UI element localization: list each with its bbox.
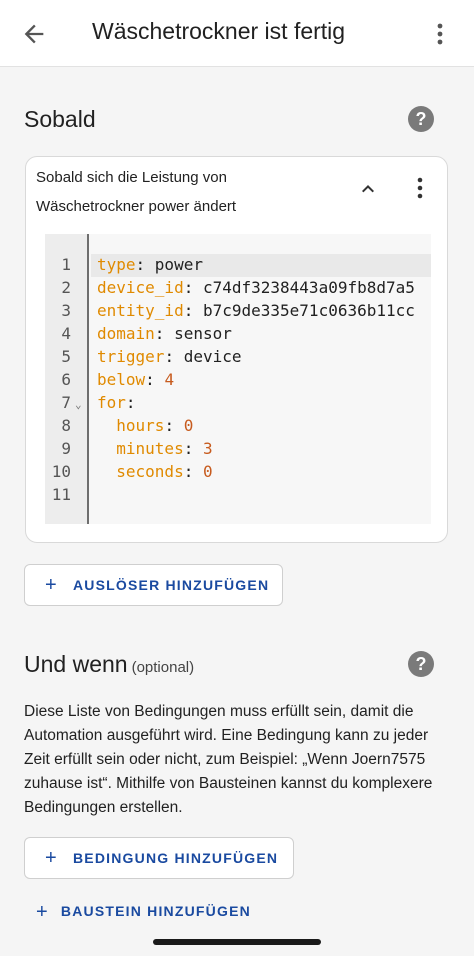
add-condition-button[interactable]: + BEDINGUNG HINZUFÜGEN <box>24 837 294 879</box>
condition-description: Diese Liste von Bedingungen muss erfüllt… <box>24 703 433 816</box>
code-line: entity_id: b7c9de335e71c0636b11cc <box>97 301 415 320</box>
app-bar: Wäschetrockner ist fertig <box>0 0 474 67</box>
optional-label: (optional) <box>131 659 195 676</box>
line-number: 8 <box>61 416 71 435</box>
trigger-card-title-line1: Sobald sich die Leistung von <box>36 169 227 186</box>
add-building-block-button[interactable]: + BAUSTEIN HINZUFÜGEN <box>36 901 251 924</box>
code-line: minutes: 3 <box>116 439 213 458</box>
line-number: 2 <box>61 278 71 297</box>
line-number: 6 <box>61 370 71 389</box>
code-line: device_id: c74df3238443a09fb8d7a5 <box>97 278 415 297</box>
trigger-card-title-line2: Wäschetrockner power ändert <box>36 198 237 215</box>
home-indicator[interactable] <box>153 939 321 945</box>
code-line: trigger: device <box>97 347 242 366</box>
add-trigger-button[interactable]: + AUSLÖSER HINZUFÜGEN <box>24 564 283 606</box>
plus-icon: + <box>45 574 58 596</box>
code-line: below: 4 <box>97 370 175 389</box>
line-number: 7 <box>61 393 71 412</box>
more-vertical-icon[interactable] <box>410 175 430 201</box>
help-circle-icon[interactable]: ? <box>408 106 434 132</box>
code-line: for: <box>97 393 136 412</box>
help-circle-icon[interactable]: ? <box>408 651 434 677</box>
trigger-section-title: Sobald <box>24 106 96 132</box>
condition-title-text: Und wenn <box>24 651 128 677</box>
trigger-card-title: Sobald sich die Leistung von Wäschetrock… <box>36 163 336 221</box>
trigger-card: Sobald sich die Leistung von Wäschetrock… <box>25 156 448 543</box>
code-line: type: power <box>97 255 203 274</box>
code-line: domain: sensor <box>97 324 232 343</box>
more-vertical-icon[interactable] <box>428 20 452 48</box>
page-title: Wäschetrockner ist fertig <box>92 18 346 44</box>
line-number: 10 <box>51 462 71 481</box>
line-number: 9 <box>61 439 71 458</box>
line-number-gutter: 1 2 3 4 5 6 7 ⌄ 8 9 10 11 <box>45 234 89 524</box>
yaml-code-editor[interactable]: 1 2 3 4 5 6 7 ⌄ 8 9 10 11 type: power de… <box>45 234 431 524</box>
line-number: 3 <box>61 301 71 320</box>
fold-chevron-icon[interactable]: ⌄ <box>75 398 82 411</box>
condition-section-title: Und wenn (optional) <box>24 651 194 678</box>
plus-icon: + <box>36 901 49 923</box>
add-condition-label: BEDINGUNG HINZUFÜGEN <box>73 850 279 866</box>
add-trigger-label: AUSLÖSER HINZUFÜGEN <box>73 577 270 593</box>
line-number: 1 <box>61 255 71 274</box>
arrow-left-icon[interactable] <box>20 20 48 48</box>
add-building-block-label: BAUSTEIN HINZUFÜGEN <box>60 903 251 919</box>
chevron-up-icon[interactable] <box>356 177 380 201</box>
line-number: 11 <box>51 485 71 504</box>
line-number: 4 <box>61 324 71 343</box>
line-number: 5 <box>61 347 71 366</box>
plus-icon: + <box>45 847 58 869</box>
code-line: hours: 0 <box>116 416 194 435</box>
code-line: seconds: 0 <box>116 462 213 481</box>
